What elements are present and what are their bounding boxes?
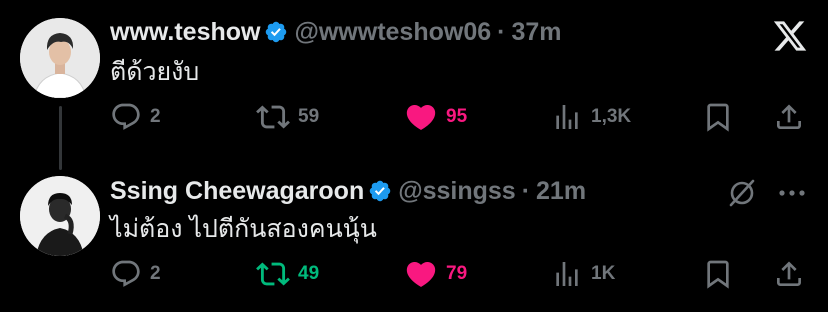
like-count: 95 — [446, 106, 468, 127]
separator-dot: · — [497, 18, 506, 46]
retweet-active-icon — [256, 262, 290, 286]
reply-button[interactable]: 2 — [110, 254, 161, 294]
tweet-text: ตีด้วยงับ — [110, 58, 200, 86]
retweet-button[interactable]: 49 — [256, 254, 319, 294]
retweet-count: 49 — [298, 263, 320, 284]
author-handle[interactable]: @ssingss — [398, 177, 515, 205]
author-name[interactable]: Ssing Cheewagaroon — [110, 177, 364, 205]
author-handle[interactable]: @wwwteshow06 — [294, 18, 491, 46]
tweet[interactable]: www.teshow @wwwteshow06 · 37m ตีด้วยงับ 2 5… — [0, 0, 828, 170]
like-button[interactable]: 79 — [404, 254, 467, 294]
tweet-actions: 2 49 79 1K — [0, 254, 828, 294]
tweet[interactable]: Ssing Cheewagaroon @ssingss · 21m ไม่ต้อง ไ… — [0, 156, 828, 312]
share-icon — [777, 261, 801, 286]
tweet-actions: 2 59 95 1,3K — [0, 97, 828, 137]
reply-count: 2 — [150, 106, 161, 127]
timestamp[interactable]: 21m — [536, 177, 586, 205]
reply-icon — [112, 260, 140, 287]
avatar[interactable] — [20, 176, 100, 256]
like-count: 79 — [446, 263, 468, 284]
share-button[interactable] — [773, 254, 805, 294]
retweet-icon — [256, 105, 290, 129]
reply-button[interactable]: 2 — [110, 97, 161, 137]
avatar-photo-icon — [20, 176, 100, 256]
views-chart-icon — [556, 105, 578, 129]
timestamp[interactable]: 37m — [511, 18, 561, 46]
grok-icon[interactable] — [727, 178, 757, 208]
reply-icon — [112, 103, 140, 130]
views-chart-icon — [556, 262, 578, 286]
retweet-count: 59 — [298, 106, 320, 127]
heart-filled-icon — [406, 104, 436, 130]
more-icon[interactable] — [774, 178, 810, 208]
share-button[interactable] — [773, 97, 805, 137]
separator-dot: · — [521, 177, 531, 205]
views-button[interactable]: 1,3K — [551, 97, 631, 137]
bookmark-button[interactable] — [702, 97, 734, 137]
verified-badge-icon — [264, 20, 288, 51]
share-icon — [777, 104, 801, 129]
reply-count: 2 — [150, 263, 161, 284]
like-button[interactable]: 95 — [404, 97, 467, 137]
avatar[interactable] — [20, 18, 100, 98]
views-count: 1K — [591, 263, 616, 284]
verified-badge-icon — [368, 179, 392, 210]
bookmark-icon — [707, 103, 729, 132]
avatar-photo-icon — [20, 18, 100, 98]
bookmark-button[interactable] — [702, 254, 734, 294]
heart-filled-icon — [406, 261, 436, 287]
tweet-header: Ssing Cheewagaroon @ssingss · 21m — [110, 176, 586, 210]
tweet-text: ไม่ต้อง ไปตีกันสองคนนุ้น — [110, 215, 377, 243]
author-name[interactable]: www.teshow — [110, 18, 260, 46]
views-count: 1,3K — [591, 106, 632, 127]
x-logo-icon — [772, 18, 808, 54]
retweet-button[interactable]: 59 — [256, 97, 319, 137]
bookmark-icon — [707, 260, 729, 289]
views-button[interactable]: 1K — [551, 254, 615, 294]
tweet-header: www.teshow @wwwteshow06 · 37m — [110, 17, 562, 51]
